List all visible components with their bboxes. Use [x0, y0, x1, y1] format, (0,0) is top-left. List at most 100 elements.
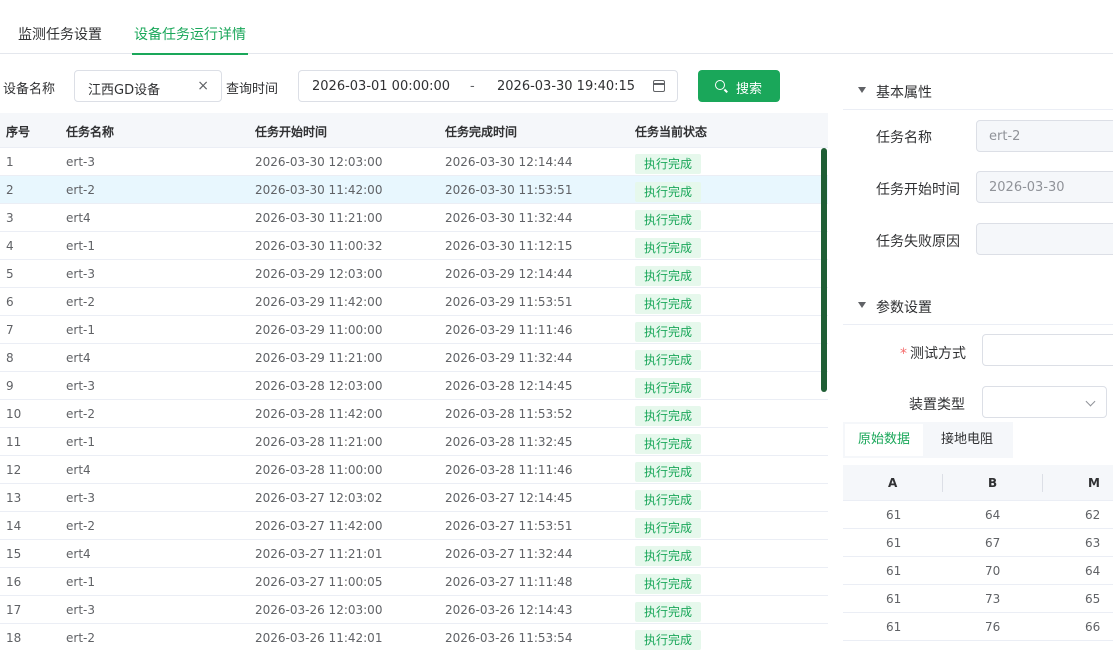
data-cell-a: 61 [886, 564, 902, 578]
table-row[interactable]: 18 ert-2 2026-03-26 11:42:01 2026-03-26 11:… [0, 624, 828, 651]
section-title: 参数设置 [876, 300, 932, 316]
row-start-time: 2026-03-29 11:21:00 [255, 351, 383, 365]
row-end-time: 2026-03-30 11:32:44 [445, 211, 573, 225]
data-cell-a: 61 [886, 620, 902, 634]
tab-device-task-run-details[interactable]: 设备任务运行详情 [132, 24, 248, 55]
row-end-time: 2026-03-30 11:53:51 [445, 183, 573, 197]
table-row[interactable]: 9 ert-3 2026-03-28 12:03:00 2026-03-28 12:1… [0, 372, 828, 400]
data-cell-b: 73 [985, 592, 1001, 606]
row-end-time: 2026-03-27 11:53:51 [445, 519, 573, 533]
table-row[interactable]: 15 ert4 2026-03-27 11:21:01 2026-03-27 11:3… [0, 540, 828, 568]
row-end-time: 2026-03-29 11:53:51 [445, 295, 573, 309]
status-badge: 执行完成 [635, 322, 702, 342]
row-task-name: ert4 [66, 463, 91, 477]
start-datetime[interactable]: 2026-03-01 00:00:00 [312, 79, 450, 94]
row-end-time: 2026-03-28 11:53:52 [445, 407, 573, 421]
device-type-select[interactable] [982, 386, 1107, 418]
table-row[interactable]: 14 ert-2 2026-03-27 11:42:00 2026-03-27 11:… [0, 512, 828, 540]
device-name-label: 设备名称 [3, 82, 56, 97]
table-row[interactable]: 16 ert-1 2026-03-27 11:00:05 2026-03-27 11:… [0, 568, 828, 596]
data-cell-b: 67 [985, 536, 1001, 550]
clear-icon[interactable]: × [197, 78, 209, 94]
row-task-name: ert-3 [66, 267, 95, 281]
data-cell-m: 65 [1085, 592, 1101, 606]
row-task-name: ert-2 [66, 631, 95, 645]
status-badge: 执行完成 [635, 490, 702, 510]
status-badge: 执行完成 [635, 266, 702, 286]
table-row[interactable]: 3 ert4 2026-03-30 11:21:00 2026-03-30 11:32… [0, 204, 828, 232]
row-start-time: 2026-03-27 12:03:02 [255, 491, 383, 505]
status-badge: 执行完成 [635, 182, 702, 202]
table-row[interactable]: 11 ert-1 2026-03-28 11:21:00 2026-03-28 11:… [0, 428, 828, 456]
row-task-name: ert4 [66, 211, 91, 225]
status-badge: 执行完成 [635, 462, 702, 482]
row-index: 4 [6, 239, 14, 253]
calendar-icon[interactable] [653, 80, 665, 92]
header-status: 任务当前状态 [635, 125, 708, 139]
table-row[interactable]: 1 ert-3 2026-03-30 12:03:00 2026-03-30 12:1… [0, 148, 828, 176]
test-mode-select[interactable] [982, 334, 1113, 366]
row-task-name: ert-2 [66, 295, 95, 309]
row-end-time: 2026-03-28 11:11:46 [445, 463, 573, 477]
device-name-select[interactable]: 江西GD设备 × [74, 70, 222, 102]
data-cell-m: 62 [1085, 508, 1101, 522]
table-row[interactable]: 6 ert-2 2026-03-29 11:42:00 2026-03-29 11:5… [0, 288, 828, 316]
status-badge: 执行完成 [635, 518, 702, 538]
data-cell-b: 70 [985, 564, 1001, 578]
table-row[interactable]: 7 ert-1 2026-03-29 11:00:00 2026-03-29 11:1… [0, 316, 828, 344]
data-row: 61 73 65 [843, 585, 1113, 613]
row-index: 18 [6, 631, 22, 645]
row-task-name: ert-1 [66, 239, 95, 253]
row-index: 7 [6, 323, 14, 337]
range-separator: - [470, 79, 475, 94]
status-badge: 执行完成 [635, 154, 702, 174]
status-badge: 执行完成 [635, 434, 702, 454]
row-end-time: 2026-03-29 12:14:44 [445, 267, 573, 281]
date-range-picker[interactable]: 2026-03-01 00:00:00 - 2026-03-30 19:40:1… [298, 70, 678, 102]
data-table-header: A B M [843, 465, 1113, 501]
column-divider [1042, 474, 1043, 492]
data-header-a: A [888, 476, 898, 490]
row-start-time: 2026-03-30 11:00:32 [255, 239, 383, 253]
table-row[interactable]: 12 ert4 2026-03-28 11:00:00 2026-03-28 11:1… [0, 456, 828, 484]
header-index: 序号 [6, 125, 31, 139]
row-end-time: 2026-03-27 11:11:48 [445, 575, 573, 589]
task-start-time-field[interactable]: 2026-03-30 [976, 171, 1113, 203]
table-row[interactable]: 13 ert-3 2026-03-27 12:03:02 2026-03-27 12:… [0, 484, 828, 512]
header-end-time: 任务完成时间 [445, 125, 518, 139]
tab-monitor-task-settings[interactable]: 监测任务设置 [18, 24, 102, 54]
task-fail-reason-field[interactable] [976, 223, 1113, 255]
row-index: 3 [6, 211, 14, 225]
status-badge: 执行完成 [635, 546, 702, 566]
data-header-m: M [1088, 476, 1100, 490]
data-cell-m: 66 [1085, 620, 1101, 634]
section-basic-properties[interactable]: 基本属性 [843, 70, 1113, 110]
table-row[interactable]: 17 ert-3 2026-03-26 12:03:00 2026-03-26 12:… [0, 596, 828, 624]
data-header-b: B [988, 476, 998, 490]
section-parameter-settings[interactable]: 参数设置 [843, 285, 1113, 325]
status-badge: 执行完成 [635, 574, 702, 594]
row-start-time: 2026-03-26 11:42:01 [255, 631, 383, 645]
table-row[interactable]: 10 ert-2 2026-03-28 11:42:00 2026-03-28 11:… [0, 400, 828, 428]
data-cell-m: 63 [1085, 536, 1101, 550]
chevron-down-icon [1085, 396, 1096, 407]
row-end-time: 2026-03-30 12:14:44 [445, 155, 573, 169]
row-index: 6 [6, 295, 14, 309]
row-task-name: ert4 [66, 351, 91, 365]
end-datetime[interactable]: 2026-03-30 19:40:15 [497, 79, 635, 94]
search-button[interactable]: 搜索 [698, 70, 780, 102]
tab-ground-resistance[interactable]: 接地电阻 [928, 424, 1006, 456]
table-row[interactable]: 4 ert-1 2026-03-30 11:00:32 2026-03-30 11:1… [0, 232, 828, 260]
table-scrollbar[interactable] [821, 148, 827, 392]
row-start-time: 2026-03-27 11:21:01 [255, 547, 383, 561]
row-index: 13 [6, 491, 22, 505]
tab-raw-data[interactable]: 原始数据 [845, 424, 924, 456]
row-start-time: 2026-03-29 11:00:00 [255, 323, 383, 337]
task-name-label: 任务名称 [876, 130, 932, 146]
table-row[interactable]: 2 ert-2 2026-03-30 11:42:00 2026-03-30 11:5… [0, 176, 828, 204]
table-row[interactable]: 5 ert-3 2026-03-29 12:03:00 2026-03-29 12:1… [0, 260, 828, 288]
table-row[interactable]: 8 ert4 2026-03-29 11:21:00 2026-03-29 11:32… [0, 344, 828, 372]
data-cell-a: 61 [886, 536, 902, 550]
task-name-field[interactable]: ert-2 [976, 120, 1113, 152]
detail-panel: 基本属性 任务名称 ert-2 任务开始时间 2026-03-30 任务失败原因… [843, 70, 1113, 651]
